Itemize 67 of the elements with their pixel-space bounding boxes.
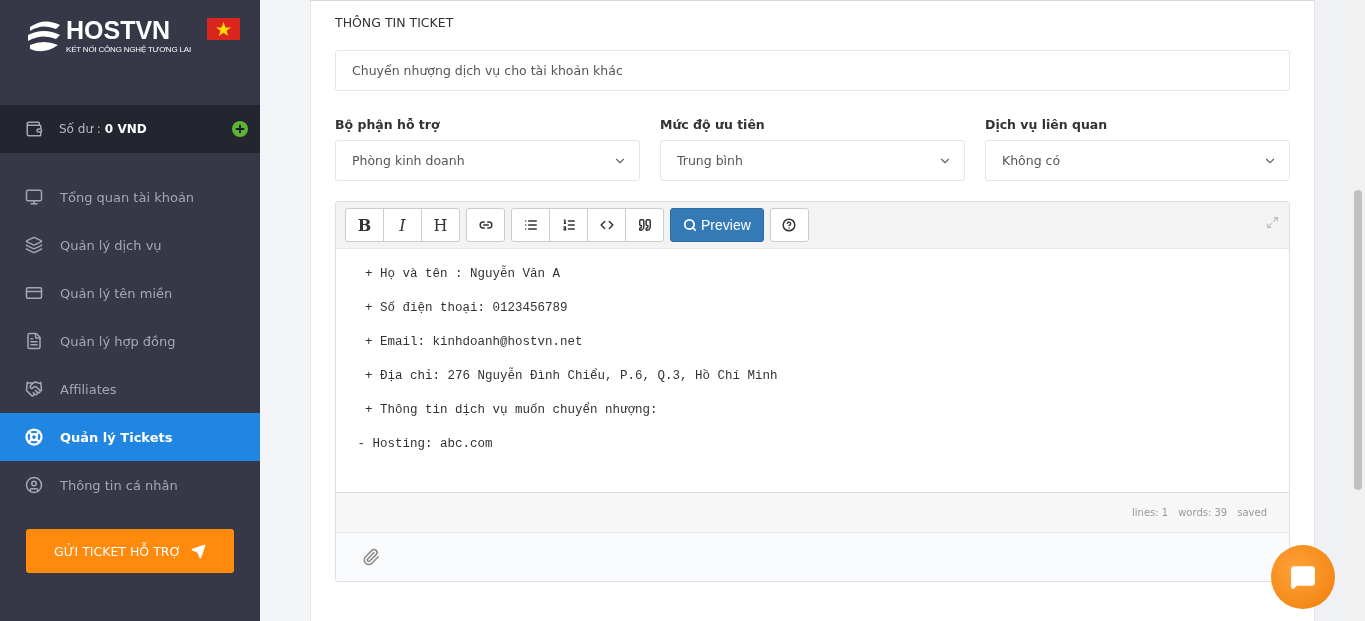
help-button[interactable] <box>769 208 809 242</box>
sidebar-item-label: Tổng quan tài khoản <box>60 189 195 205</box>
wallet-icon <box>25 120 43 138</box>
sidebar-item[interactable]: Quản lý dịch vụ <box>0 221 260 269</box>
status-text: lines: 1 <box>1132 507 1169 518</box>
sidebar-item-label: Quản lý dịch vụ <box>60 237 162 253</box>
paperclip-icon[interactable] <box>362 548 380 566</box>
code-button[interactable] <box>587 208 626 242</box>
card-icon <box>25 284 43 302</box>
sidebar-item[interactable]: Quản lý hợp đồng <box>0 317 260 365</box>
sidebar-item[interactable]: Quản lý Tickets <box>0 413 260 461</box>
flag-icon[interactable] <box>207 18 240 40</box>
editor-line: - Hosting: abc.com <box>356 436 494 453</box>
link-icon <box>478 218 493 232</box>
sidebar-item[interactable]: Tổng quan tài khoản <box>0 173 260 221</box>
sidebar-item[interactable]: Quản lý tên miền <box>0 269 260 317</box>
code-icon <box>599 218 614 232</box>
chat-bubble-icon <box>1290 564 1316 590</box>
paper-plane-icon <box>190 543 206 559</box>
bullets-button[interactable] <box>511 208 550 242</box>
logo-tagline: KẾT NỐI CÔNG NGHỆ TƯƠNG LAI <box>66 45 191 54</box>
field-label: Bộ phận hỗ trợ <box>335 117 441 132</box>
editor-line: + Số điện thoại: 0123456789 <box>364 300 569 317</box>
lifebuoy-icon <box>25 428 43 446</box>
help-icon <box>782 218 797 232</box>
balance-label: Số dư : <box>59 122 101 136</box>
quote-icon <box>637 218 652 232</box>
editor-line: + Họ và tên : Nguyễn Văn A <box>364 265 562 283</box>
editor-line: + Địa chỉ: 276 Nguyễn Đình Chiểu, P.6, Q.3, Hồ Chí Minh <box>364 367 779 385</box>
logo-text: HOSTVN <box>66 18 172 43</box>
sidebar-item-label: Thông tin cá nhân <box>60 477 178 493</box>
quote-button[interactable] <box>625 208 664 242</box>
sidebar-item-label: Affiliates <box>60 381 117 397</box>
user-icon <box>25 476 43 494</box>
scrollbar-thumb[interactable] <box>1353 190 1362 490</box>
dropdown-select[interactable]: Không có <box>985 140 1290 181</box>
bold-button[interactable]: B <box>345 208 384 242</box>
status-text: saved <box>1237 507 1267 518</box>
link-button[interactable] <box>466 208 505 242</box>
editor-line: + Email: kinhdoanh@hostvn.net <box>364 334 584 351</box>
field-label: Dịch vụ liên quan <box>985 117 1109 132</box>
search-icon <box>683 218 697 232</box>
balance-value: 0 VND <box>104 122 148 136</box>
italic-button[interactable]: I <box>383 208 422 242</box>
sidebar-item-label: Quản lý hợp đồng <box>60 333 176 349</box>
bullet-list-icon <box>523 218 538 232</box>
editor-line: + Thông tin dịch vụ muốn chuyển nhượng: <box>364 401 659 419</box>
monitor-icon <box>25 188 43 206</box>
document-icon <box>25 332 43 350</box>
layers-icon <box>25 236 43 254</box>
dropdown-select[interactable]: Trung bình <box>660 140 965 181</box>
numbered-button[interactable] <box>549 208 588 242</box>
dropdown-select[interactable]: Phòng kinh doanh <box>335 140 640 181</box>
preview-button[interactable]: Preview <box>670 208 764 242</box>
logo-icon <box>26 19 62 53</box>
sidebar-item[interactable]: Affiliates <box>0 365 260 413</box>
field-label: Mức độ ưu tiên <box>660 117 766 132</box>
section-title: THÔNG TIN TICKET <box>335 15 455 30</box>
handshake-icon <box>25 380 43 398</box>
sidebar-item-label: Quản lý Tickets <box>60 429 173 445</box>
subject-field[interactable]: Chuyển nhượng dịch vụ cho tài khoản khác <box>335 50 1290 91</box>
sidebar-item[interactable]: Thông tin cá nhân <box>0 461 260 509</box>
numbered-list-icon <box>561 218 576 232</box>
add-funds-button[interactable] <box>232 121 248 137</box>
heading-button[interactable]: H <box>421 208 460 242</box>
sidebar-item-label: Quản lý tên miền <box>60 285 173 301</box>
status-text: words: 39 <box>1178 507 1228 518</box>
